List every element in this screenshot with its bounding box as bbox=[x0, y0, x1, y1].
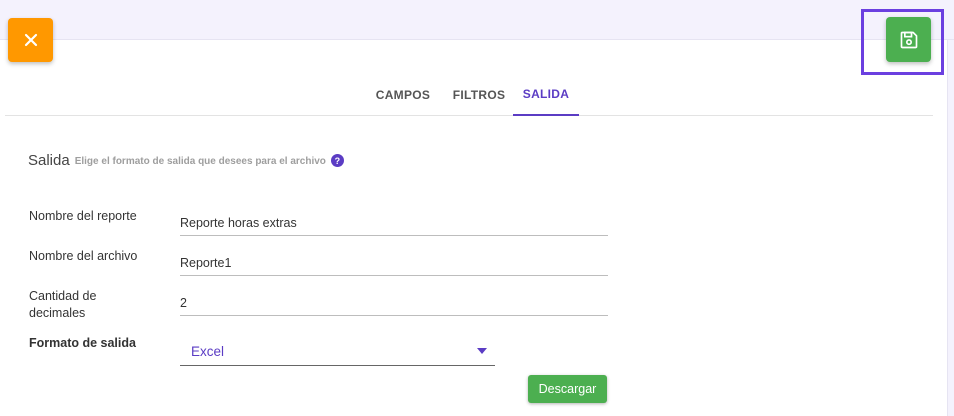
decimals-label-line1: Cantidad de bbox=[29, 289, 97, 303]
top-bar bbox=[0, 0, 954, 40]
chevron-down-icon bbox=[477, 348, 487, 354]
tab-bar: CAMPOS FILTROS SALIDA bbox=[5, 78, 933, 116]
output-format-select[interactable]: Excel bbox=[180, 337, 495, 366]
help-icon[interactable]: ? bbox=[330, 154, 344, 167]
decimals-label-line2: decimales bbox=[29, 306, 86, 320]
section-header: Salida Elige el formato de salida que de… bbox=[28, 152, 344, 169]
close-button[interactable] bbox=[8, 18, 53, 62]
output-format-label: Formato de salida bbox=[29, 336, 136, 350]
report-name-label: Nombre del reporte bbox=[29, 209, 137, 223]
close-icon bbox=[24, 33, 37, 47]
floppy-disk-icon bbox=[900, 31, 917, 48]
tab-filtros[interactable]: FILTROS bbox=[442, 78, 516, 116]
decimals-input[interactable]: 2 bbox=[180, 290, 608, 316]
file-name-input[interactable]: Reporte1 bbox=[180, 250, 608, 276]
tab-salida[interactable]: SALIDA bbox=[513, 78, 579, 116]
download-button[interactable]: Descargar bbox=[528, 375, 607, 403]
output-format-value: Excel bbox=[191, 343, 225, 359]
tab-campos[interactable]: CAMPOS bbox=[364, 78, 442, 116]
file-name-label: Nombre del archivo bbox=[29, 249, 138, 263]
report-name-input[interactable]: Reporte horas extras bbox=[180, 210, 608, 236]
decimals-label: Cantidad de decimales bbox=[29, 288, 96, 322]
section-title: Salida bbox=[28, 152, 70, 169]
right-panel-edge bbox=[947, 40, 954, 416]
save-button[interactable] bbox=[886, 17, 931, 62]
section-subtitle: Elige el formato de salida que desees pa… bbox=[74, 156, 326, 167]
